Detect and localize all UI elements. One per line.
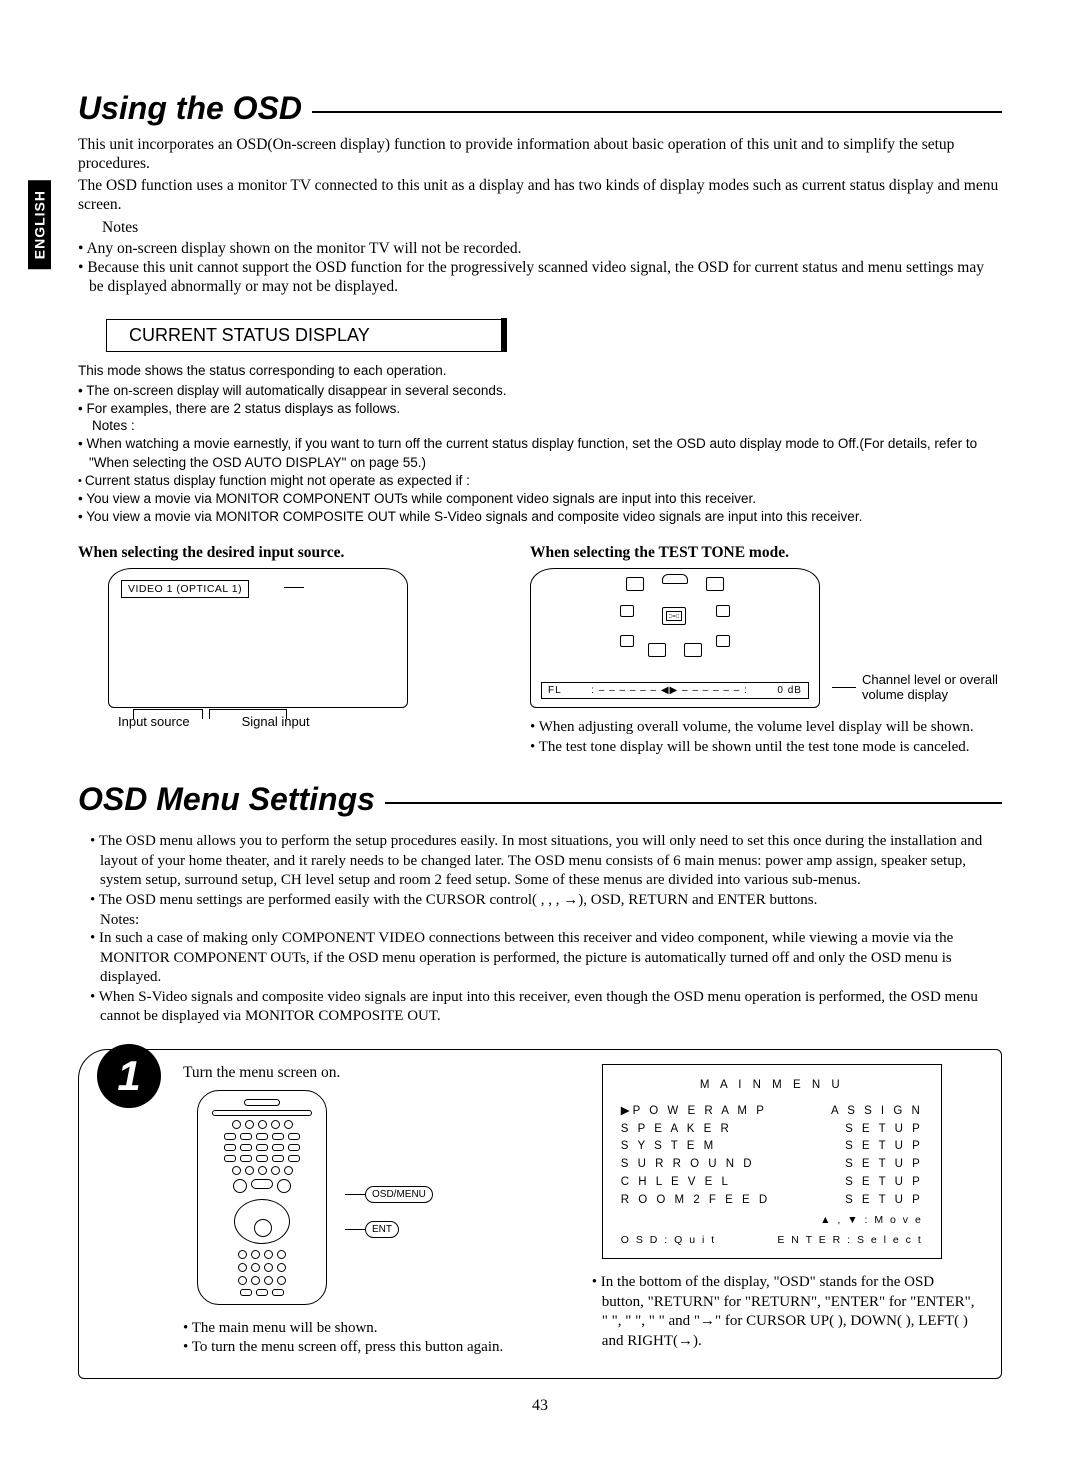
- cs-notes-label: Notes :: [92, 418, 1002, 433]
- menu-item-r: S E T U P: [845, 1121, 923, 1139]
- menu-item: C H L E V E LS E T U P: [621, 1174, 923, 1192]
- step-right-notes: In the bottom of the display, "OSD" stan…: [592, 1273, 979, 1351]
- section-using-osd-title: Using the OSD: [78, 90, 1002, 127]
- menu-item-l: C H L E V E L: [621, 1174, 731, 1192]
- note-item: The test tone display will be shown unti…: [530, 738, 1002, 758]
- note-item: To turn the menu screen off, press this …: [183, 1338, 552, 1358]
- fl-label: FL: [548, 685, 562, 696]
- menu-item-l: S Y S T E M: [621, 1138, 716, 1156]
- example-title: When selecting the desired input source.: [78, 544, 490, 562]
- example-title: When selecting the TEST TONE mode.: [530, 544, 1002, 562]
- menu-hint-enter: E N T E R : S e l e c t: [777, 1232, 922, 1248]
- step-1-box: 1 Turn the menu screen on.: [78, 1049, 1002, 1379]
- menu-hint-move: ▲ , ▼ : M o v e: [621, 1212, 923, 1228]
- page-number: 43: [78, 1397, 1002, 1415]
- bracket-signal: [209, 709, 287, 719]
- note-item: In the bottom of the display, "OSD" stan…: [592, 1273, 979, 1351]
- callout-ent: ENT: [365, 1221, 399, 1238]
- example-test-tone: When selecting the TEST TONE mode. FL: [530, 544, 1002, 757]
- note-item: Any on-screen display shown on the monit…: [78, 239, 1002, 258]
- language-tab: ENGLISH: [28, 180, 51, 269]
- remote-control-diagram: [197, 1090, 327, 1305]
- step-number-badge: 1: [97, 1044, 161, 1108]
- example-input-source: When selecting the desired input source.…: [78, 544, 490, 757]
- fl-dashes: : – – – – – – ◀▶ – – – – – – :: [591, 685, 748, 696]
- current-status-heading: CURRENT STATUS DISPLAY: [106, 319, 506, 352]
- step-left-col: Turn the menu screen on.: [101, 1064, 552, 1358]
- osd-readout: VIDEO 1 (OPTICAL 1): [121, 580, 249, 598]
- cs-sq-text: Current status display function might no…: [85, 473, 470, 488]
- step-right-col: M A I N M E N U ▶P O W E R A M P A S S I …: [592, 1064, 979, 1358]
- section-osd-menu-title: OSD Menu Settings: [78, 781, 1002, 818]
- menu-hint-row: O S D : Q u i t E N T E R : S e l e c t: [621, 1232, 923, 1248]
- note-item: Because this unit cannot support the OSD…: [78, 258, 1002, 297]
- menu-item-r: S E T U P: [845, 1174, 923, 1192]
- speaker-layout-icon: [620, 577, 730, 657]
- cs-intro: This mode shows the status corresponding…: [78, 362, 1002, 380]
- menu-hint-quit: O S D : Q u i t: [621, 1232, 716, 1248]
- channel-level-label: Channel level or overall volume display: [862, 672, 1002, 702]
- tv-icon: [662, 607, 686, 625]
- fl-level-box: FL : – – – – – – ◀▶ – – – – – – : 0 dB: [541, 682, 809, 699]
- notes-label-1: Notes: [102, 219, 1002, 237]
- cs-item: For examples, there are 2 status display…: [78, 400, 1002, 418]
- connector-line: [832, 687, 856, 688]
- intro-p2: The OSD function uses a monitor TV conne…: [78, 176, 1002, 215]
- menu-item: S P E A K E RS E T U P: [621, 1121, 923, 1139]
- step-left-notes: The main menu will be shown. To turn the…: [183, 1319, 552, 1358]
- menu-item-l: ▶P O W E R A M P: [621, 1103, 767, 1121]
- notes-list-1: Any on-screen display shown on the monit…: [78, 239, 1002, 297]
- intro-item: The OSD menu allows you to perform the s…: [90, 832, 1002, 891]
- step-instruction: Turn the menu screen on.: [183, 1064, 552, 1082]
- dpad-icon: [234, 1199, 290, 1244]
- main-menu-screen: M A I N M E N U ▶P O W E R A M P A S S I …: [602, 1064, 942, 1259]
- menu-item-l: S U R R O U N D: [621, 1156, 755, 1174]
- menu-item: S Y S T E MS E T U P: [621, 1138, 923, 1156]
- cs-bullets: The on-screen display will automatically…: [78, 382, 1002, 418]
- cs-item: You view a movie via MONITOR COMPOSITE O…: [78, 508, 1002, 526]
- cs-item: The on-screen display will automatically…: [78, 382, 1002, 400]
- menu-item-r: S E T U P: [845, 1156, 923, 1174]
- note-item: In such a case of making only COMPONENT …: [90, 929, 1002, 988]
- fl-value: 0 dB: [777, 685, 802, 696]
- right-example-notes: When adjusting overall volume, the volum…: [530, 718, 1002, 757]
- section-title-text: OSD Menu Settings: [78, 781, 375, 818]
- title-rule: [385, 802, 1002, 804]
- cs-item: You view a movie via MONITOR COMPONENT O…: [78, 490, 1002, 508]
- cs-item: When watching a movie earnestly, if you …: [78, 435, 1002, 471]
- menu-item-r: S E T U P: [845, 1192, 923, 1210]
- intro-item: The OSD menu settings are performed easi…: [90, 891, 1002, 911]
- connector-line: [284, 587, 304, 588]
- note-item: When adjusting overall volume, the volum…: [530, 718, 1002, 738]
- menu-item-r: A S S I G N: [831, 1103, 923, 1121]
- menu-item: S U R R O U N DS E T U P: [621, 1156, 923, 1174]
- cs-bullets-2: When watching a movie earnestly, if you …: [78, 435, 1002, 526]
- tv-frame-right: FL : – – – – – – ◀▶ – – – – – – : 0 dB: [530, 568, 820, 708]
- tv-frame-left: VIDEO 1 (OPTICAL 1): [108, 568, 408, 708]
- notes-label-2: Notes:: [100, 912, 1002, 929]
- intro-p1: This unit incorporates an OSD(On-screen …: [78, 135, 1002, 174]
- menu-item: R O O M 2 F E E D S E T U P: [621, 1192, 923, 1210]
- title-rule: [312, 111, 1002, 113]
- note-item: The main menu will be shown.: [183, 1319, 552, 1339]
- osd-menu-intro-list: The OSD menu allows you to perform the s…: [78, 832, 1002, 910]
- callout-osd-menu: OSD/MENU: [365, 1186, 433, 1203]
- menu-title: M A I N M E N U: [621, 1077, 923, 1095]
- menu-item-l: R O O M 2 F E E D: [621, 1192, 770, 1210]
- section-title-text: Using the OSD: [78, 90, 302, 127]
- bracket-input: [133, 709, 203, 719]
- note-item: When S-Video signals and composite video…: [90, 988, 1002, 1027]
- osd-menu-notes: In such a case of making only COMPONENT …: [78, 929, 1002, 1027]
- menu-item-r: S E T U P: [845, 1138, 923, 1156]
- cs-item-square: Current status display function might no…: [78, 472, 1002, 490]
- menu-item: ▶P O W E R A M P A S S I G N: [621, 1103, 923, 1121]
- menu-item-l: S P E A K E R: [621, 1121, 732, 1139]
